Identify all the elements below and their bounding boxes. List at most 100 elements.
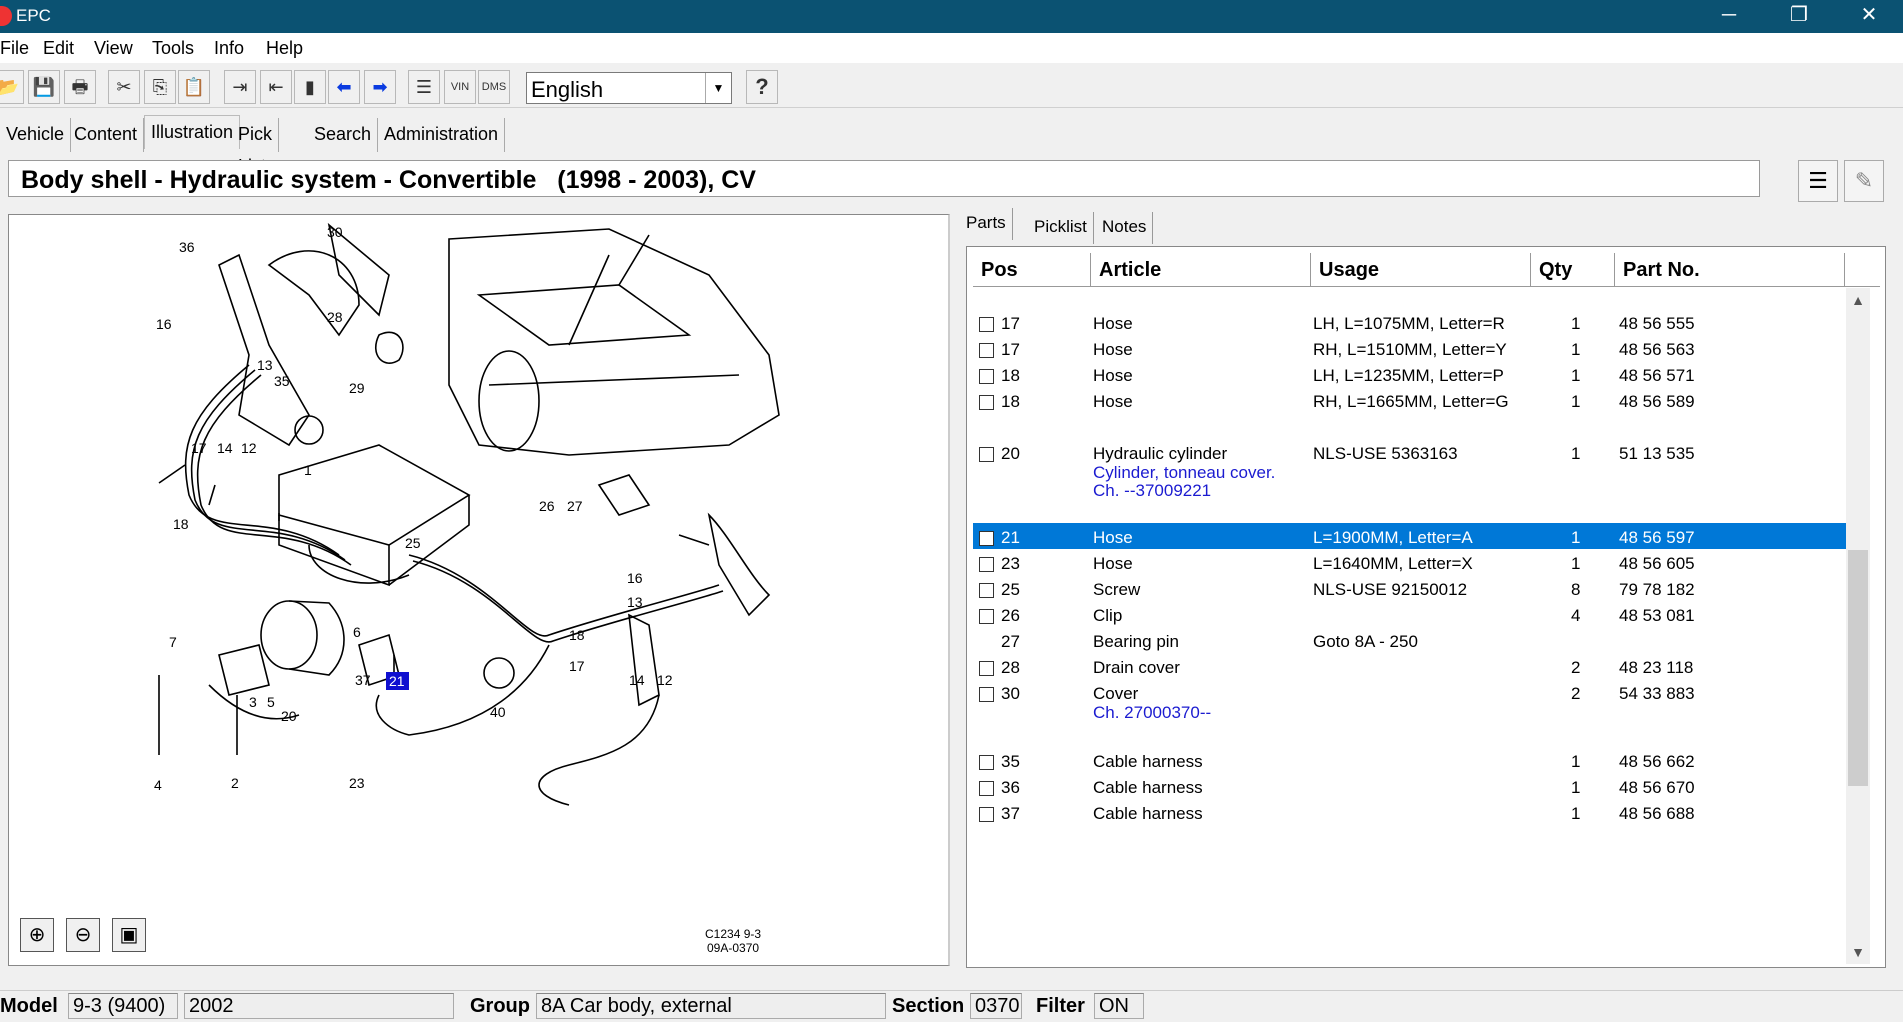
tab-administration[interactable]: Administration (378, 118, 506, 152)
table-row[interactable]: 17 Hose RH, L=1510MM, Letter=Y 1 48 56 563 (973, 335, 1849, 361)
callout-21[interactable]: 21 (389, 673, 405, 689)
scroll-thumb[interactable] (1848, 550, 1868, 786)
column-usage[interactable]: Usage (1311, 253, 1531, 287)
add-to-picklist-button[interactable]: ☰ (1798, 160, 1838, 202)
row-checkbox[interactable] (979, 531, 994, 546)
help-button[interactable]: ? (746, 70, 778, 104)
import-icon[interactable]: ⇤ (260, 70, 292, 104)
tab-vehicle[interactable]: Vehicle (0, 118, 72, 152)
callout-17[interactable]: 17 (191, 440, 207, 456)
table-row[interactable]: 26 Clip 4 48 53 081 (973, 601, 1849, 627)
tab-illustration[interactable]: Illustration (144, 115, 241, 149)
callout-17b[interactable]: 17 (569, 658, 585, 674)
table-row[interactable]: 27 Bearing pin Goto 8A - 250 (973, 627, 1849, 653)
tab-parts[interactable]: Parts (960, 208, 1013, 240)
row-checkbox[interactable] (979, 343, 994, 358)
table-row[interactable]: 25 Screw NLS-USE 92150012 8 79 78 182 (973, 575, 1849, 601)
callout-26[interactable]: 26 (539, 498, 555, 514)
callout-30[interactable]: 30 (327, 224, 343, 240)
callout-6[interactable]: 6 (353, 624, 361, 640)
callout-14[interactable]: 14 (217, 440, 233, 456)
table-row[interactable]: 18 Hose LH, L=1235MM, Letter=P 1 48 56 571 (973, 361, 1849, 387)
callout-14b[interactable]: 14 (629, 672, 645, 688)
row-checkbox[interactable] (979, 807, 994, 822)
row-checkbox[interactable] (979, 755, 994, 770)
callout-40[interactable]: 40 (490, 704, 506, 720)
callout-16[interactable]: 16 (156, 316, 172, 332)
scroll-down-icon[interactable]: ▼ (1846, 940, 1870, 964)
row-checkbox[interactable] (979, 557, 994, 572)
callout-12[interactable]: 12 (241, 440, 257, 456)
menu-edit[interactable]: Edit (43, 38, 74, 59)
column-qty[interactable]: Qty (1531, 253, 1615, 287)
tab-picklist[interactable]: Picklist (1028, 212, 1094, 244)
callout-2[interactable]: 2 (231, 775, 239, 791)
parts-scrollbar[interactable]: ▲ ▼ (1846, 288, 1870, 964)
language-select[interactable]: English ▼ (526, 72, 732, 104)
table-row[interactable]: 30 Cover 2 54 33 883 Ch. 27000370-- (973, 679, 1849, 723)
callout-36[interactable]: 36 (179, 239, 195, 255)
tab-search[interactable]: Search (308, 118, 379, 152)
print-icon[interactable]: 🖶 (64, 70, 96, 104)
table-row[interactable]: 20 Hydraulic cylinder NLS-USE 5363163 1 51 1… (973, 439, 1849, 501)
callout-16b[interactable]: 16 (627, 570, 643, 586)
callout-23[interactable]: 23 (349, 775, 365, 791)
picklist-icon[interactable]: ☰ (408, 70, 440, 104)
dms-button[interactable]: DMS (478, 70, 510, 104)
bookmark-icon[interactable]: ▮ (294, 70, 326, 104)
close-button[interactable]: ✕ (1834, 0, 1903, 33)
table-row[interactable]: 18 Hose RH, L=1665MM, Letter=G 1 48 56 589 (973, 387, 1849, 413)
table-row[interactable]: 36 Cable harness 1 48 56 670 (973, 773, 1849, 799)
callout-1[interactable]: 1 (304, 462, 312, 478)
callout-12b[interactable]: 12 (657, 672, 673, 688)
callout-35[interactable]: 35 (274, 373, 290, 389)
menu-file[interactable]: File (0, 38, 29, 59)
callout-3[interactable]: 3 (249, 694, 257, 710)
callout-4[interactable]: 4 (154, 777, 162, 793)
tab-notes[interactable]: Notes (1096, 212, 1154, 244)
chevron-down-icon[interactable]: ▼ (705, 73, 731, 103)
column-article[interactable]: Article (1091, 253, 1311, 287)
back-arrow-icon[interactable]: ⬅ (328, 70, 360, 104)
row-checkbox[interactable] (979, 395, 994, 410)
paste-icon[interactable]: 📋 (178, 70, 210, 104)
menu-help[interactable]: Help (266, 38, 303, 59)
menu-view[interactable]: View (94, 38, 133, 59)
menu-info[interactable]: Info (214, 38, 244, 59)
cut-icon[interactable]: ✂ (108, 70, 140, 104)
forward-arrow-icon[interactable]: ➡ (364, 70, 396, 104)
row-checkbox[interactable] (979, 317, 994, 332)
tab-pick-list[interactable]: Pick List (232, 118, 280, 176)
row-checkbox[interactable] (979, 583, 994, 598)
tab-content[interactable]: Content (68, 118, 145, 152)
zoom-out-icon[interactable]: ⊖ (66, 918, 100, 952)
vin-button[interactable]: VIN (444, 70, 476, 104)
callout-20[interactable]: 20 (281, 708, 297, 724)
zoom-in-icon[interactable]: ⊕ (20, 918, 54, 952)
callout-27[interactable]: 27 (567, 498, 583, 514)
callout-37[interactable]: 37 (355, 672, 371, 688)
callout-28[interactable]: 28 (327, 309, 343, 325)
menu-tools[interactable]: Tools (152, 38, 194, 59)
table-row[interactable]: 21 Hose L=1900MM, Letter=A 1 48 56 597 (973, 523, 1849, 549)
callout-25[interactable]: 25 (405, 535, 421, 551)
table-row[interactable]: 37 Cable harness 1 48 56 688 (973, 799, 1849, 825)
callout-7[interactable]: 7 (169, 634, 177, 650)
restore-button[interactable]: ❐ (1764, 0, 1834, 33)
table-row[interactable]: 17 Hose LH, L=1075MM, Letter=R 1 48 56 555 (973, 309, 1849, 335)
save-icon[interactable]: 💾 (28, 70, 60, 104)
callout-18[interactable]: 18 (173, 516, 189, 532)
row-checkbox[interactable] (979, 661, 994, 676)
minimize-button[interactable]: ─ (1694, 0, 1764, 33)
row-checkbox[interactable] (979, 447, 994, 462)
callout-18b[interactable]: 18 (569, 627, 585, 643)
callout-13[interactable]: 13 (257, 357, 273, 373)
row-checkbox[interactable] (979, 369, 994, 384)
illustration-panel[interactable]: 36 30 28 16 13 35 29 17 14 12 1 18 25 26… (8, 214, 950, 966)
copy-icon[interactable]: ⎘ (144, 70, 176, 104)
callout-5[interactable]: 5 (267, 694, 275, 710)
row-checkbox[interactable] (979, 781, 994, 796)
column-pos[interactable]: Pos (973, 253, 1091, 287)
table-row[interactable]: 23 Hose L=1640MM, Letter=X 1 48 56 605 (973, 549, 1849, 575)
scroll-up-icon[interactable]: ▲ (1846, 288, 1870, 312)
